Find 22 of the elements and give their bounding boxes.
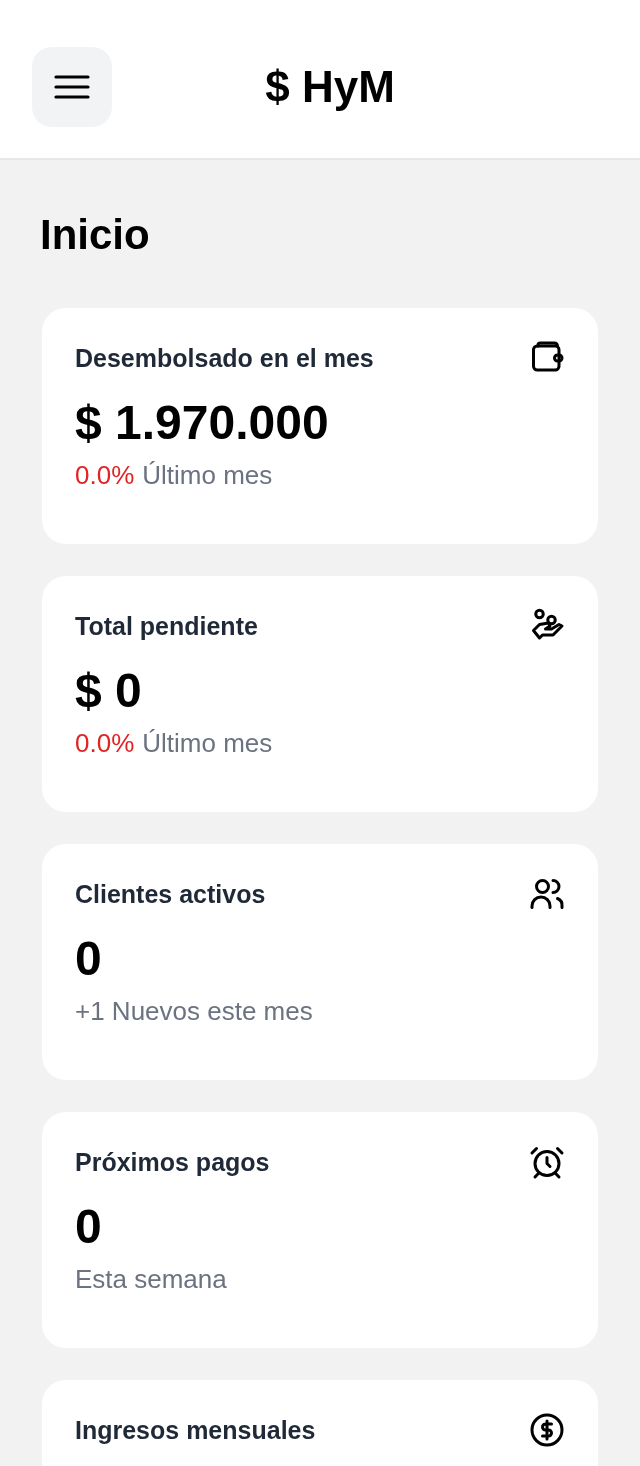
card-title: Clientes activos [75,879,266,910]
card-title: Total pendiente [75,611,258,642]
stat-value: $ 1.970.000 [75,395,330,451]
stat-caption: +1 Nuevos este mes [75,995,313,1028]
dollar-circle-icon [529,1412,565,1448]
menu-icon [54,74,90,100]
menu-button[interactable] [32,47,112,127]
stat-caption: Último mes [142,727,273,760]
users-icon [529,876,565,912]
stat-value: 0 [75,931,103,987]
stat-value: $ 0 [75,663,143,719]
card-title: Desembolsado en el mes [75,343,374,374]
card-title: Próximos pagos [75,1147,270,1178]
page-title: Inicio [40,210,151,260]
stat-caption: Último mes [142,459,273,492]
alarm-clock-icon [529,1144,565,1180]
change-percent: 0.0% [75,459,135,492]
stat-caption: Esta semana [75,1263,227,1296]
stat-value: 0 [75,1199,103,1255]
app-title: $ HyM [264,62,396,112]
change-percent: 0.0% [75,727,135,760]
card-title: Ingresos mensuales [75,1415,316,1446]
